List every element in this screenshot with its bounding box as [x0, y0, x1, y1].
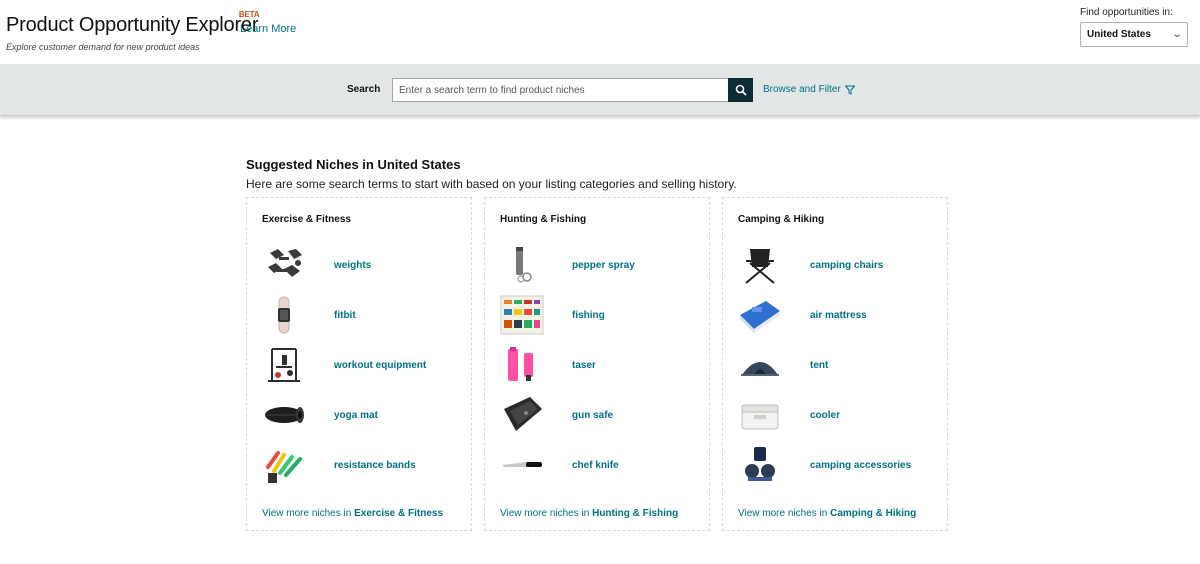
niche-item[interactable]: weights — [262, 245, 462, 285]
category-card-camping-hiking: Camping & Hiking camping chairs air matt… — [722, 197, 948, 531]
niche-label: camping accessories — [810, 459, 912, 471]
category-title: Exercise & Fitness — [262, 214, 351, 225]
region-select[interactable]: United States ⌄ — [1080, 22, 1188, 47]
resistance-bands-icon — [262, 445, 306, 485]
search-bar: Search Enter a search term to find produ… — [0, 64, 1200, 116]
chef-knife-icon — [500, 445, 544, 485]
niche-item[interactable]: fishing — [500, 295, 700, 335]
view-more-link[interactable]: View more niches in Camping & Hiking — [738, 508, 916, 519]
filter-icon — [844, 85, 855, 95]
search-label: Search — [347, 84, 381, 95]
niche-label: cooler — [810, 409, 841, 421]
view-more-link[interactable]: View more niches in Exercise & Fitness — [262, 508, 443, 519]
fitness-tracker-icon — [262, 295, 306, 335]
view-more-link[interactable]: View more niches in Hunting & Fishing — [500, 508, 678, 519]
yoga-mat-icon — [262, 395, 306, 435]
niche-item[interactable]: chef knife — [500, 445, 700, 485]
browse-filter-link[interactable]: Browse and Filter — [763, 84, 855, 95]
camping-chair-icon — [738, 245, 782, 285]
niche-label: fishing — [572, 309, 605, 321]
tent-icon — [738, 345, 782, 385]
niche-item[interactable]: air mattress — [738, 295, 938, 335]
region-value: United States — [1087, 29, 1151, 40]
niche-label: yoga mat — [334, 409, 378, 421]
suggested-niches-heading: Suggested Niches in United States — [246, 157, 461, 172]
taser-icon — [500, 345, 544, 385]
niche-item[interactable]: camping chairs — [738, 245, 938, 285]
category-card-hunting-fishing: Hunting & Fishing pepper spray fishing t… — [484, 197, 710, 531]
camping-accessories-icon — [738, 445, 782, 485]
page-header: Product Opportunity Explorer BETA Learn M… — [0, 0, 1200, 64]
dumbbells-icon — [262, 245, 306, 285]
beta-badge: BETA — [238, 10, 260, 19]
niche-label: chef knife — [572, 459, 619, 471]
niche-item[interactable]: gun safe — [500, 395, 700, 435]
brand: Product Opportunity Explorer BETA — [6, 10, 260, 37]
niche-label: gun safe — [572, 409, 614, 421]
niche-label: camping chairs — [810, 259, 884, 271]
category-card-exercise-fitness: Exercise & Fitness weights fitbit workou… — [246, 197, 472, 531]
search-placeholder: Enter a search term to find product nich… — [399, 84, 585, 96]
niche-label: tent — [810, 359, 829, 371]
niche-label: pepper spray — [572, 259, 635, 271]
search-button[interactable] — [728, 78, 753, 102]
browse-filter-label: Browse and Filter — [763, 84, 841, 95]
niche-item[interactable]: resistance bands — [262, 445, 462, 485]
category-title: Hunting & Fishing — [500, 214, 587, 225]
search-icon — [735, 84, 747, 96]
category-title: Camping & Hiking — [738, 214, 825, 225]
app-title: Product Opportunity Explorer BETA — [6, 10, 260, 36]
air-mattress-icon — [738, 295, 782, 335]
niche-label: air mattress — [810, 309, 867, 321]
niche-label: fitbit — [334, 309, 356, 321]
niche-item[interactable]: taser — [500, 345, 700, 385]
learn-more-link[interactable]: Learn More — [240, 23, 296, 35]
niche-label: resistance bands — [334, 459, 416, 471]
search-input[interactable]: Enter a search term to find product nich… — [392, 78, 729, 102]
niche-label: workout equipment — [334, 359, 427, 371]
niche-item[interactable]: cooler — [738, 395, 938, 435]
region-label: Find opportunities in: — [1080, 7, 1173, 18]
fishing-lures-icon — [500, 295, 544, 335]
pepper-spray-icon — [500, 245, 544, 285]
niche-label: taser — [572, 359, 596, 371]
gun-safe-icon — [500, 395, 544, 435]
niche-item[interactable]: tent — [738, 345, 938, 385]
niche-label: weights — [334, 259, 372, 271]
cooler-icon — [738, 395, 782, 435]
home-gym-icon — [262, 345, 306, 385]
region-picker: Find opportunities in: United States ⌄ — [1080, 7, 1188, 47]
niche-item[interactable]: yoga mat — [262, 395, 462, 435]
chevron-down-icon: ⌄ — [1170, 29, 1183, 40]
niche-item[interactable]: pepper spray — [500, 245, 700, 285]
niche-item[interactable]: fitbit — [262, 295, 462, 335]
suggested-niches-subheading: Here are some search terms to start with… — [246, 177, 737, 191]
niche-item[interactable]: workout equipment — [262, 345, 462, 385]
app-subtitle: Explore customer demand for new product … — [6, 42, 200, 52]
niche-item[interactable]: camping accessories — [738, 445, 938, 485]
